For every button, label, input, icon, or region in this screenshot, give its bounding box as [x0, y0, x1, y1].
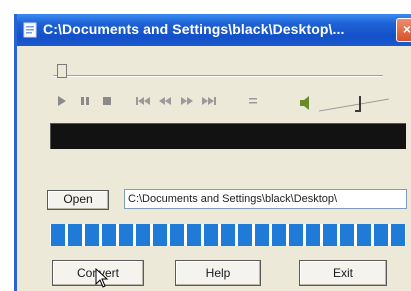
conversion-progress-bar [50, 224, 406, 246]
play-icon[interactable] [54, 96, 70, 110]
stop-icon[interactable] [99, 96, 115, 110]
seek-slider-thumb[interactable] [57, 64, 67, 78]
pause-icon[interactable] [77, 96, 93, 110]
progress-segment [391, 224, 405, 246]
rewind-icon[interactable] [157, 96, 173, 110]
progress-segment [323, 224, 337, 246]
audio-display-panel [50, 123, 406, 149]
open-button[interactable]: Open [47, 190, 109, 210]
progress-segment [374, 224, 388, 246]
fast-forward-icon[interactable] [179, 96, 195, 110]
skip-back-icon[interactable] [135, 96, 151, 110]
progress-segment [221, 224, 235, 246]
file-path-field[interactable]: C:\Documents and Settings\black\Desktop\ [124, 189, 407, 209]
progress-segment [255, 224, 269, 246]
progress-segment [170, 224, 184, 246]
progress-segment [289, 224, 303, 246]
progress-segment [153, 224, 167, 246]
close-button[interactable]: × [396, 18, 411, 42]
mouse-cursor-icon [95, 268, 109, 288]
progress-segment [272, 224, 286, 246]
progress-segment [136, 224, 150, 246]
progress-segment [204, 224, 218, 246]
skip-forward-icon[interactable] [201, 96, 217, 110]
repeat-icon[interactable] [245, 96, 261, 110]
progress-segment [102, 224, 116, 246]
seek-slider-track[interactable] [53, 75, 383, 77]
progress-segment [68, 224, 82, 246]
progress-segment [51, 224, 65, 246]
progress-segment [306, 224, 320, 246]
volume-slider-thumb[interactable] [355, 96, 361, 112]
title-bar[interactable]: C:\Documents and Settings\black\Desktop\… [17, 14, 411, 46]
progress-segment [238, 224, 252, 246]
help-button[interactable]: Help [175, 260, 261, 286]
speaker-icon[interactable] [299, 94, 313, 112]
app-icon [23, 22, 37, 38]
progress-segment [187, 224, 201, 246]
close-icon: × [402, 21, 411, 37]
exit-button[interactable]: Exit [299, 260, 387, 286]
progress-segment [340, 224, 354, 246]
app-window: C:\Documents and Settings\black\Desktop\… [14, 14, 411, 291]
progress-segment [85, 224, 99, 246]
progress-segment [357, 224, 371, 246]
window-title: C:\Documents and Settings\black\Desktop\… [43, 21, 345, 37]
volume-slider-track[interactable] [319, 98, 389, 112]
progress-segment [119, 224, 133, 246]
